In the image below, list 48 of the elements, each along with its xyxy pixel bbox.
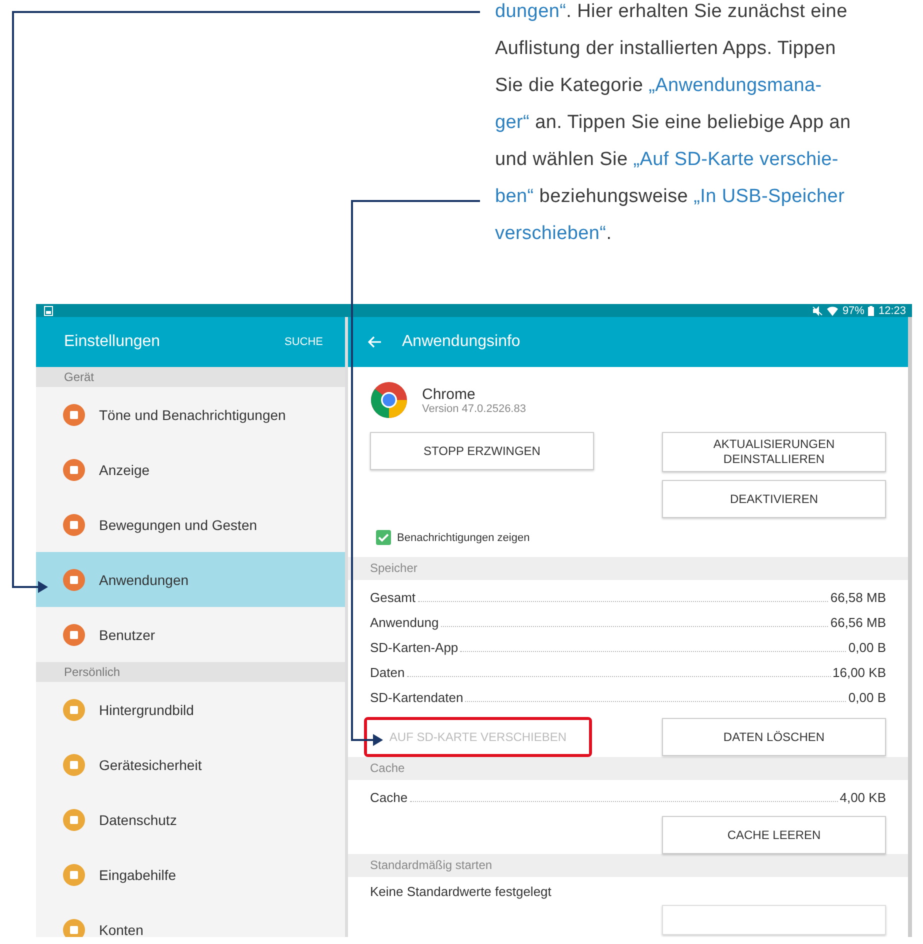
wifi-icon <box>827 306 838 316</box>
article-paragraph: dungen“. Hier erhalten Sie zunächst eine Auflistung der installierten Apps. Tippen Sie die Kategorie „Anwendungsmana- ger“ an. Tippen Sie eine beliebige App an und wählen Sie „Auf SD-Karte verschie- ben“ beziehungsweise „In USB-Speicher verschieben“. <box>495 0 852 246</box>
checkbox[interactable] <box>376 530 391 545</box>
clear-data-button[interactable]: DATEN LÖSCHEN <box>662 718 886 756</box>
battery-percent: 97% <box>842 304 864 316</box>
settings-item[interactable]: Anzeige <box>36 442 345 497</box>
storage-label: Gesamt <box>370 589 416 607</box>
defaults-text: Keine Standardwerte festgelegt <box>370 883 552 899</box>
section-header: Standardmäßig starten <box>348 854 908 877</box>
section-header: Cache <box>348 757 908 780</box>
storage-label: SD-Kartendaten <box>370 689 464 707</box>
storage-label: SD-Karten-App <box>370 639 458 657</box>
page-title: Anwendungsinfo <box>402 333 520 351</box>
settings-item[interactable]: Hintergrundbild <box>36 682 345 737</box>
battery-icon <box>868 306 874 316</box>
app-name: Chrome <box>422 386 476 402</box>
settings-item[interactable]: Eingabehilfe <box>36 847 345 902</box>
settings-item[interactable]: Datenschutz <box>36 792 345 847</box>
storage-label: Anwendung <box>370 614 439 632</box>
storage-value: 0,00 B <box>848 639 886 657</box>
storage-value: 66,58 MB <box>830 589 886 607</box>
uninstall-updates-button[interactable]: AKTUALISIERUNGEN DEINSTALLIEREN <box>662 432 886 472</box>
storage-label: Daten <box>370 664 405 682</box>
clock-time: 12:23 <box>878 304 906 316</box>
checkbox-label: Benachrichtigungen zeigen <box>397 532 530 544</box>
settings-title: Einstellungen <box>64 333 160 351</box>
section-header: Speicher <box>348 557 908 580</box>
settings-item[interactable]: Benutzer <box>36 607 345 662</box>
settings-item[interactable]: Anwendungen <box>36 552 345 607</box>
storage-value: 0,00 B <box>848 689 886 707</box>
force-stop-button[interactable]: STOPP ERZWINGEN <box>370 432 594 470</box>
mute-icon <box>812 306 824 316</box>
back-arrow-icon[interactable] <box>368 336 382 348</box>
storage-value: 16,00 KB <box>832 664 886 682</box>
storage-value: 66,56 MB <box>830 614 886 632</box>
browser-logo-icon <box>370 381 408 419</box>
settings-item[interactable]: Gerätesicherheit <box>36 737 345 792</box>
settings-item[interactable]: Bewegungen und Gesten <box>36 497 345 552</box>
settings-item[interactable]: Töne und Benachrichtigungen <box>36 387 345 442</box>
settings-item[interactable]: Konten <box>36 902 345 937</box>
screenshot-icon <box>44 306 53 316</box>
cache-label: Cache <box>370 789 408 807</box>
section-header: Persönlich <box>36 662 345 682</box>
app-version: Version 47.0.2526.83 <box>422 402 526 414</box>
clear-cache-button[interactable]: CACHE LEEREN <box>662 816 886 854</box>
cache-value: 4,00 KB <box>840 789 886 807</box>
deactivate-button[interactable]: DEAKTIVIEREN <box>662 480 886 518</box>
section-header: Gerät <box>36 367 345 387</box>
